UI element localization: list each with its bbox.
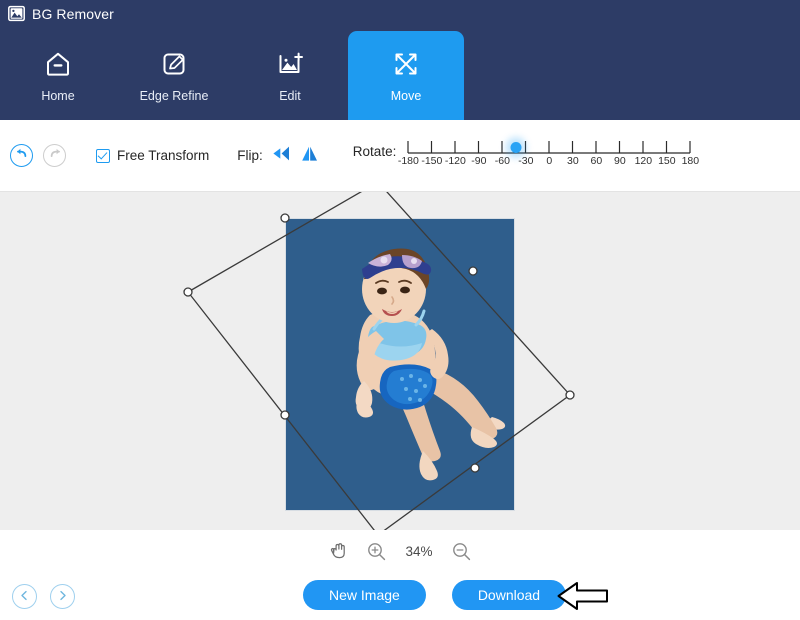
rotate-slider[interactable]: -180 -150 -120 -90 -60 -30 0 30 60 90 12…: [398, 135, 699, 177]
redo-button[interactable]: [43, 144, 66, 167]
app-header: BG Remover Home Edge Refine Edit Move: [0, 0, 800, 120]
checkbox-checked-icon[interactable]: [96, 148, 110, 163]
handle-corner-left: [183, 287, 193, 297]
tick-label: -60: [494, 154, 510, 167]
ruler-tick-labels: -180 -150 -120 -90 -60 -30 0 30 60 90 12…: [398, 154, 699, 171]
selection-bounding-box: [187, 192, 571, 530]
tick-label: -180: [397, 154, 419, 167]
free-transform-toggle[interactable]: Free Transform: [96, 148, 209, 163]
tab-move[interactable]: Move: [348, 31, 464, 120]
tick-label: 90: [613, 154, 626, 167]
bg-remover-window: BG Remover Home Edge Refine Edit Move Fr…: [0, 0, 800, 620]
undo-arrow-icon: [15, 146, 29, 165]
chevron-left-icon: [19, 588, 30, 606]
tab-edit[interactable]: Edit: [232, 31, 348, 120]
app-title: BG Remover: [32, 5, 114, 22]
tick-label: -30: [518, 154, 534, 167]
tab-home[interactable]: Home: [0, 31, 116, 120]
tick-label: 150: [658, 154, 676, 167]
editor-canvas[interactable]: [0, 192, 800, 530]
transform-selection-overlay[interactable]: [0, 192, 800, 530]
edge-refine-pen-icon: [159, 49, 189, 79]
flip-label: Flip:: [237, 148, 263, 163]
tick-label: -150: [421, 154, 443, 167]
main-tabs: Home Edge Refine Edit Move: [0, 31, 464, 120]
next-image-button[interactable]: [50, 584, 75, 609]
tab-move-label: Move: [390, 88, 422, 103]
left-arrow-cursor-icon: [557, 580, 609, 617]
handle-edge-bottom-left: [280, 410, 290, 420]
tab-edge-refine-label: Edge Refine: [139, 88, 209, 103]
tick-label: 30: [566, 154, 579, 167]
zoom-level-label: 34%: [405, 543, 433, 559]
tab-home-label: Home: [41, 88, 75, 103]
download-button[interactable]: Download: [451, 580, 567, 610]
handle-corner-right: [565, 390, 575, 400]
tick-label: 0: [546, 154, 553, 167]
tick-label: 120: [634, 154, 653, 167]
free-transform-label: Free Transform: [117, 148, 210, 163]
handle-edge-bottom-right: [470, 463, 480, 473]
move-arrows-icon: [391, 49, 421, 79]
footer-bar: New Image Download: [0, 572, 800, 620]
app-brand: BG Remover: [8, 5, 114, 22]
rotate-slider-knob[interactable]: [510, 141, 522, 153]
transform-toolbar: Free Transform Flip: Rotate: -180 -150 -…: [0, 120, 800, 192]
image-mountain-icon: [8, 5, 25, 22]
flip-controls: Flip:: [237, 145, 319, 167]
previous-image-button[interactable]: [12, 584, 37, 609]
image-navigation: [12, 584, 75, 609]
zoom-toolbar: 34%: [0, 530, 800, 572]
flip-vertical-icon[interactable]: [300, 145, 319, 167]
home-icon: [43, 49, 73, 79]
flip-horizontal-icon[interactable]: [272, 145, 291, 167]
tab-edit-label: Edit: [279, 88, 301, 103]
tab-edge-refine[interactable]: Edge Refine: [116, 31, 232, 120]
rotate-label: Rotate:: [352, 143, 397, 159]
undo-button[interactable]: [10, 144, 33, 167]
tick-label: -90: [471, 154, 487, 167]
ruler-ticks-graphic: [407, 140, 691, 154]
edit-image-icon: [275, 49, 305, 79]
primary-actions: New Image Download: [303, 580, 567, 610]
new-image-button[interactable]: New Image: [303, 580, 426, 610]
tick-label: 60: [590, 154, 603, 167]
zoom-out-icon[interactable]: [452, 542, 471, 561]
tick-label: 180: [681, 154, 700, 167]
tick-label: -120: [444, 154, 466, 167]
hand-tool-icon[interactable]: [329, 541, 348, 561]
zoom-in-icon[interactable]: [367, 542, 386, 561]
rotate-controls: Rotate: -180 -150 -120 -90 -60 -30 0 30 …: [352, 135, 699, 177]
redo-arrow-icon: [48, 146, 62, 165]
handle-edge-top-right: [468, 266, 478, 276]
handle-corner-top: [280, 213, 290, 223]
chevron-right-icon: [57, 588, 68, 606]
